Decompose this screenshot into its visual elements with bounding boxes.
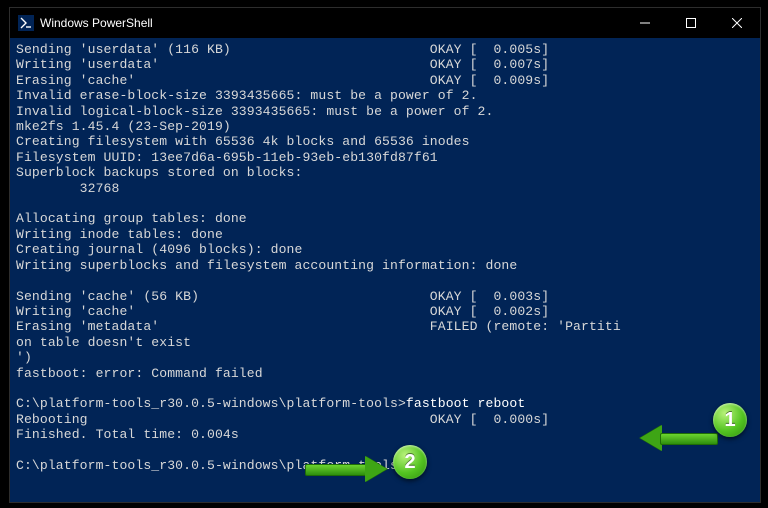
output-line: Writing superblocks and filesystem accou…: [16, 258, 517, 273]
output-line: Creating filesystem with 65536 4k blocks…: [16, 134, 470, 149]
window-controls: [622, 8, 760, 38]
close-button[interactable]: [714, 8, 760, 38]
maximize-button[interactable]: [668, 8, 714, 38]
annotation-badge-1: 1: [713, 403, 747, 437]
output-line: '): [16, 350, 32, 365]
output-line: Rebooting OKAY [ 0.000s]: [16, 412, 549, 427]
output-line: Writing inode tables: done: [16, 227, 223, 242]
output-line: mke2fs 1.45.4 (23-Sep-2019): [16, 119, 231, 134]
prompt: C:\platform-tools_r30.0.5-windows\platfo…: [16, 396, 406, 411]
powershell-icon: [18, 15, 34, 31]
output-line: Sending 'cache' (56 KB) OKAY [ 0.003s]: [16, 289, 549, 304]
output-line: fastboot: error: Command failed: [16, 366, 263, 381]
output-line: Finished. Total time: 0.004s: [16, 427, 239, 442]
output-line: Writing 'cache' OKAY [ 0.002s]: [16, 304, 549, 319]
output-line: Invalid erase-block-size 3393435665: mus…: [16, 88, 478, 103]
annotation-badge-2: 2: [393, 445, 427, 479]
output-line: Sending 'userdata' (116 KB) OKAY [ 0.005…: [16, 42, 549, 57]
output-line: Filesystem UUID: 13ee7d6a-695b-11eb-93eb…: [16, 150, 438, 165]
titlebar[interactable]: Windows PowerShell: [10, 8, 760, 38]
command-input: fastboot reboot: [406, 396, 525, 411]
output-line: Superblock backups stored on blocks:: [16, 165, 302, 180]
output-line: Creating journal (4096 blocks): done: [16, 242, 302, 257]
output-line: on table doesn't exist: [16, 335, 191, 350]
output-line: Invalid logical-block-size 3393435665: m…: [16, 104, 493, 119]
output-line: Erasing 'cache' OKAY [ 0.009s]: [16, 73, 549, 88]
output-line: 32768: [16, 181, 119, 196]
output-line: Erasing 'metadata' FAILED (remote: 'Part…: [16, 319, 621, 334]
minimize-button[interactable]: [622, 8, 668, 38]
output-line: Writing 'userdata' OKAY [ 0.007s]: [16, 57, 549, 72]
window-title: Windows PowerShell: [40, 16, 622, 30]
output-line: Allocating group tables: done: [16, 211, 247, 226]
